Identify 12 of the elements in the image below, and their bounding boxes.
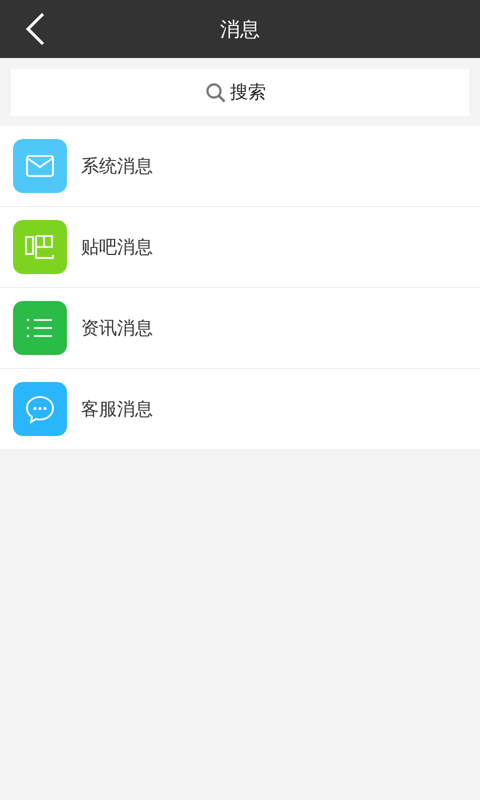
message-category-item[interactable]: 资讯消息 — [0, 288, 480, 369]
category-label: 系统消息 — [81, 155, 153, 178]
search-field[interactable]: 搜索 — [230, 82, 274, 103]
header-title: 消息 — [220, 16, 260, 42]
back-icon[interactable] — [25, 12, 45, 46]
category-label: 客服消息 — [81, 398, 153, 421]
message-category-item[interactable]: 贴吧消息 — [0, 207, 480, 288]
message-category-item[interactable]: 客服消息 — [0, 369, 480, 449]
category-label: 资讯消息 — [81, 317, 153, 340]
category-label: 贴吧消息 — [81, 236, 153, 259]
search-icon — [206, 82, 226, 102]
message-category-item[interactable]: 系统消息 — [0, 126, 480, 207]
